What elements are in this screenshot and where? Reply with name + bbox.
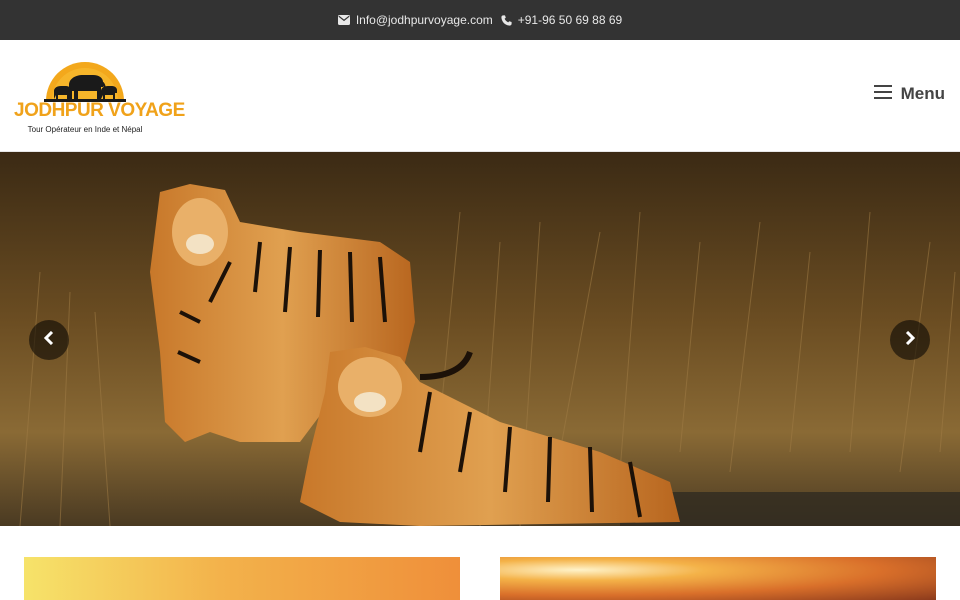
logo-name: JODHPUR VOYAGE — [14, 100, 185, 121]
email-link[interactable]: Info@jodhpurvoyage.com — [356, 13, 493, 27]
envelope-icon — [337, 15, 350, 25]
menu-button[interactable]: Menu — [873, 84, 945, 104]
slider-prev-button[interactable] — [29, 320, 69, 360]
email-contact[interactable]: Info@jodhpurvoyage.com — [337, 13, 493, 27]
featured-card-image[interactable] — [24, 557, 460, 600]
phone-icon — [501, 14, 512, 26]
logo-tagline: Tour Opérateur en Inde et Népal — [27, 125, 143, 134]
hero-image — [0, 152, 960, 526]
chevron-left-icon — [43, 330, 55, 350]
site-header: JODHPUR VOYAGE Tour Opérateur en Inde et… — [0, 40, 960, 152]
featured-card-image[interactable] — [500, 557, 936, 600]
hero-slider — [0, 152, 960, 526]
sun-elephants-logo-icon — [44, 62, 126, 102]
hamburger-icon — [873, 84, 892, 104]
chevron-right-icon — [904, 330, 916, 350]
phone-link[interactable]: +91-96 50 69 88 69 — [518, 13, 622, 27]
site-logo[interactable]: JODHPUR VOYAGE Tour Opérateur en Inde et… — [14, 53, 185, 141]
featured-cards — [0, 526, 960, 600]
phone-contact[interactable]: +91-96 50 69 88 69 — [501, 13, 622, 27]
menu-label: Menu — [900, 84, 945, 103]
top-contact-bar: Info@jodhpurvoyage.com +91-96 50 69 88 6… — [0, 0, 960, 40]
slider-next-button[interactable] — [890, 320, 930, 360]
